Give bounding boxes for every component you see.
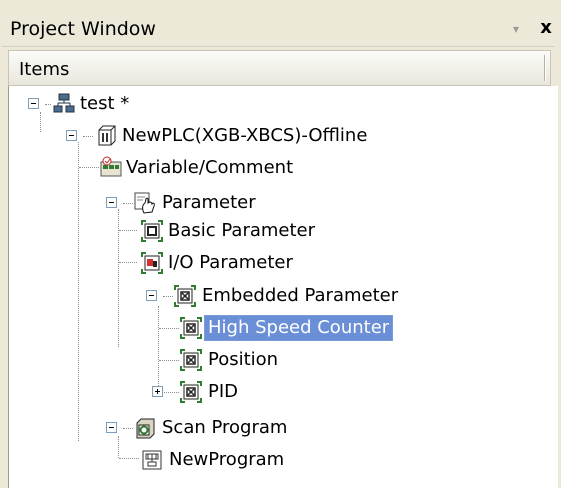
tree-connector [78, 142, 79, 441]
tree-connector [158, 306, 159, 388]
project-window: Project Window ▾ x Items test * NewPLC(X… [0, 0, 561, 488]
project-tree[interactable]: test * NewPLC(XGB-XBCS)-Offline Variable… [8, 86, 558, 488]
basic-parameter-icon [141, 220, 163, 242]
scan-program-icon [136, 418, 155, 439]
tree-connector [163, 296, 173, 297]
tree-connector [119, 458, 139, 459]
tree-connector [40, 112, 41, 132]
collapse-toggle[interactable] [106, 422, 117, 433]
tree-item-variable-comment[interactable]: Variable/Comment [123, 156, 296, 180]
tree-item-test[interactable]: test * [77, 92, 132, 116]
pin-dropdown-icon[interactable]: ▾ [509, 22, 523, 36]
plc-cpu-icon [98, 125, 116, 146]
tree-connector [123, 203, 133, 204]
tree-connector [118, 436, 119, 458]
tree-item-parameter[interactable]: Parameter [159, 191, 259, 215]
network-project-icon [53, 93, 75, 113]
position-icon [180, 349, 202, 371]
embedded-parameter-icon [174, 285, 196, 307]
tree-connector [123, 428, 133, 429]
tree-item-basic-parameter[interactable]: Basic Parameter [165, 219, 318, 243]
tree-item-new-program[interactable]: NewProgram [166, 448, 287, 472]
tree-item-embedded-parameter[interactable]: Embedded Parameter [199, 284, 401, 308]
tree-item-position[interactable]: Position [205, 348, 281, 372]
high-speed-counter-icon [180, 317, 202, 339]
ladder-program-icon [142, 450, 162, 470]
parameter-hand-icon [134, 192, 155, 214]
column-header-items: Items [19, 59, 70, 80]
tree-connector [119, 230, 137, 231]
tree-item-io-parameter[interactable]: I/O Parameter [165, 251, 296, 275]
tree-item-scan-program[interactable]: Scan Program [159, 416, 290, 440]
tree-item-high-speed-counter[interactable]: High Speed Counter [204, 315, 394, 341]
window-title: Project Window [10, 18, 156, 40]
collapse-toggle[interactable] [66, 130, 77, 141]
tree-connector [159, 328, 179, 329]
tree-connector [83, 136, 93, 137]
io-parameter-icon [141, 252, 163, 274]
tree-connector [45, 104, 51, 105]
title-bar[interactable]: Project Window ▾ x [2, 12, 555, 47]
tree-connector [119, 262, 137, 263]
tree-connector [159, 360, 179, 361]
variable-comment-icon [100, 156, 122, 177]
column-header[interactable]: Items [8, 50, 551, 86]
collapse-toggle[interactable] [106, 197, 117, 208]
column-resize-handle[interactable] [544, 55, 545, 81]
tree-connector [164, 392, 179, 393]
tree-item-plc[interactable]: NewPLC(XGB-XBCS)-Offline [119, 124, 370, 148]
tree-item-pid[interactable]: PID [205, 380, 241, 404]
collapse-toggle[interactable] [28, 98, 39, 109]
collapse-toggle[interactable] [146, 290, 157, 301]
close-icon[interactable]: x [536, 18, 556, 38]
expand-toggle[interactable] [152, 386, 163, 397]
tree-connector [79, 167, 99, 168]
pid-icon [180, 381, 202, 403]
